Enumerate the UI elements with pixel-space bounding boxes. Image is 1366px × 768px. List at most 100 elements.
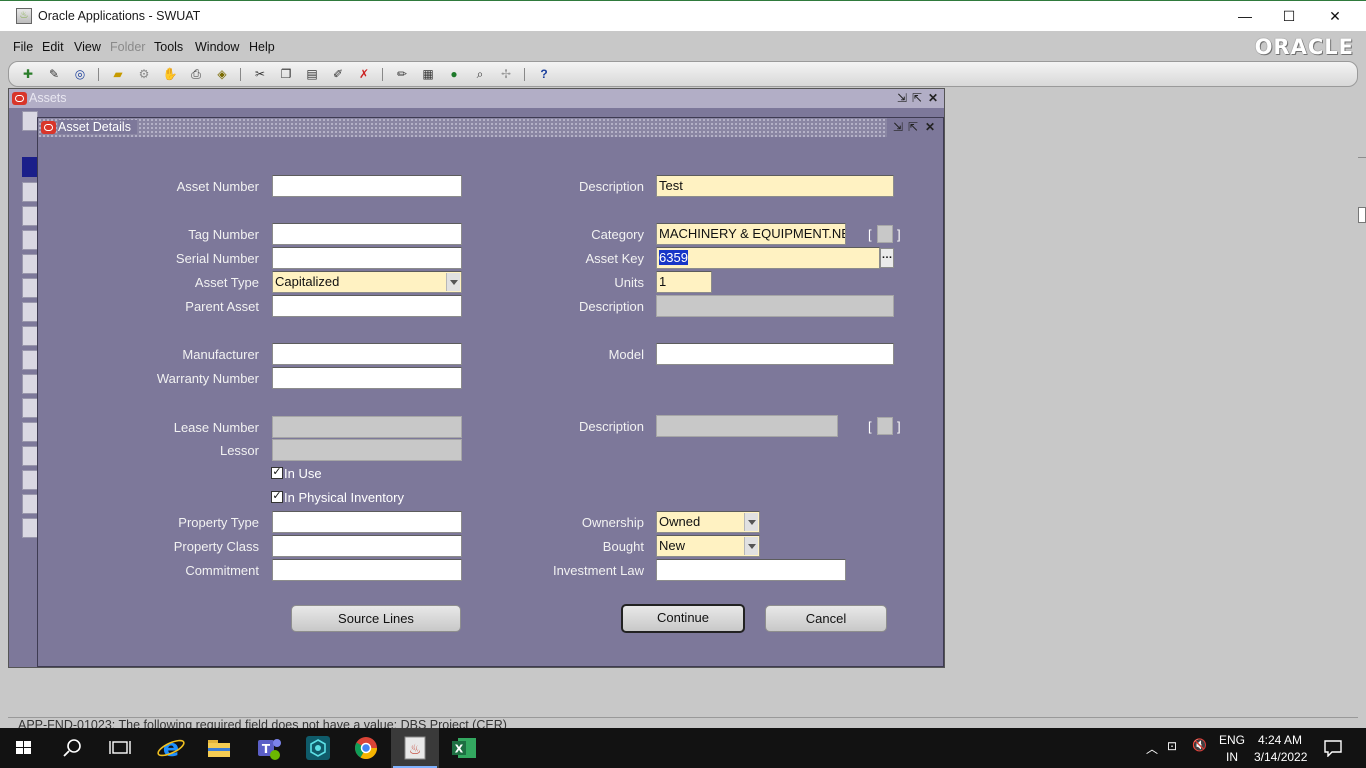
new-icon[interactable]: ✚ [19, 66, 37, 83]
help-icon[interactable]: ? [535, 66, 553, 83]
minimize-icon[interactable]: ⇲ [893, 120, 903, 134]
parent-asset-field[interactable] [272, 295, 462, 317]
menu-help[interactable]: Help [249, 40, 275, 54]
serial-number-field[interactable] [272, 247, 462, 269]
taskbar-chrome[interactable] [342, 728, 390, 768]
list-of-values-button[interactable]: … [880, 248, 894, 268]
manufacturer-field[interactable] [272, 343, 462, 365]
volume-muted-icon[interactable]: 🔇 [1192, 738, 1207, 752]
menu-file[interactable]: File [13, 40, 33, 54]
asset-number-field[interactable] [272, 175, 462, 197]
folder-icon[interactable] [22, 111, 38, 131]
record-indicator[interactable] [22, 302, 38, 322]
taskbar-java-oracle[interactable]: ♨ [391, 728, 439, 768]
network-icon[interactable]: ⊡ [1167, 739, 1177, 753]
category-descriptive-flexfield[interactable] [877, 225, 893, 243]
find-icon[interactable]: ✎ [45, 66, 63, 83]
print-icon[interactable]: ⎙ [187, 66, 205, 83]
folder-tools-icon[interactable]: ✢ [497, 66, 515, 83]
record-indicator[interactable] [22, 398, 38, 418]
maximize-icon[interactable]: ⇱ [912, 91, 922, 105]
investment-law-field[interactable] [656, 559, 846, 581]
description-field[interactable]: Test [656, 175, 894, 197]
tag-number-field[interactable] [272, 223, 462, 245]
task-view-button[interactable] [96, 728, 144, 768]
source-lines-button[interactable]: Source Lines [291, 605, 461, 632]
ownership-select[interactable]: Owned [656, 511, 760, 533]
units-field[interactable]: 1 [656, 271, 712, 293]
language-indicator[interactable]: ENG [1219, 733, 1245, 747]
record-indicator[interactable] [22, 470, 38, 490]
attachments-icon[interactable]: ⌕ [471, 66, 489, 83]
delete-record-icon[interactable]: ✗ [355, 66, 373, 83]
search-button[interactable] [48, 728, 96, 768]
switch-responsibility-icon[interactable]: ✋ [161, 66, 179, 83]
copy-icon[interactable]: ❐ [277, 66, 295, 83]
chevron-up-icon[interactable]: ︿ [1146, 740, 1158, 757]
minimize-button[interactable]: — [1222, 5, 1268, 29]
record-indicator[interactable] [22, 254, 38, 274]
category-field[interactable]: MACHINERY & EQUIPMENT.NE [656, 223, 846, 245]
navigator-icon[interactable]: ◎ [71, 66, 89, 83]
taskbar-app-teal[interactable] [294, 728, 342, 768]
lease-descriptive-flexfield[interactable] [877, 417, 893, 435]
warranty-number-field[interactable] [272, 367, 462, 389]
asset-type-select[interactable]: Capitalized [272, 271, 462, 293]
minimize-icon[interactable]: ⇲ [897, 91, 907, 105]
property-class-field[interactable] [272, 535, 462, 557]
clear-record-icon[interactable]: ✐ [329, 66, 347, 83]
record-indicator[interactable] [22, 374, 38, 394]
start-button[interactable] [0, 728, 48, 768]
cancel-button[interactable]: Cancel [765, 605, 887, 632]
chevron-down-icon[interactable] [744, 513, 758, 531]
bracket-close: ] [897, 419, 901, 434]
record-indicator[interactable] [22, 350, 38, 370]
taskbar-teams[interactable]: T [245, 728, 293, 768]
next-step-icon[interactable]: ⚙ [135, 66, 153, 83]
in-physical-inventory-checkbox[interactable]: ✓ [271, 491, 283, 503]
taskbar-file-explorer[interactable] [195, 728, 243, 768]
menu-view[interactable]: View [74, 40, 101, 54]
property-type-field[interactable] [272, 511, 462, 533]
close-form-icon[interactable]: ◈ [213, 66, 231, 83]
zoom-icon[interactable]: ▦ [419, 66, 437, 83]
menu-edit[interactable]: Edit [42, 40, 64, 54]
save-icon[interactable]: ▰ [109, 66, 127, 83]
record-indicator[interactable] [22, 326, 38, 346]
record-indicator[interactable] [22, 230, 38, 250]
record-indicator[interactable] [22, 182, 38, 202]
taskbar-internet-explorer[interactable]: e [147, 728, 195, 768]
maximize-icon[interactable]: ⇱ [908, 120, 918, 134]
bought-select[interactable]: New [656, 535, 760, 557]
close-window-button[interactable]: ✕ [1312, 5, 1358, 29]
close-icon[interactable]: ✕ [928, 91, 938, 105]
chevron-down-icon[interactable] [744, 537, 758, 555]
continue-button[interactable]: Continue [621, 604, 745, 633]
record-indicator[interactable] [22, 278, 38, 298]
region-indicator[interactable]: IN [1226, 750, 1238, 764]
model-field[interactable] [656, 343, 894, 365]
record-indicator[interactable] [22, 446, 38, 466]
close-icon[interactable]: ✕ [925, 120, 935, 134]
paste-icon[interactable]: ▤ [303, 66, 321, 83]
in-use-checkbox[interactable]: ✓ [271, 467, 283, 479]
menu-tools[interactable]: Tools [154, 40, 183, 54]
menu-window[interactable]: Window [195, 40, 239, 54]
clock-time[interactable]: 4:24 AM [1258, 733, 1302, 747]
chevron-down-icon[interactable] [446, 273, 460, 291]
record-indicator[interactable] [22, 518, 38, 538]
translations-icon[interactable]: ● [445, 66, 463, 83]
edit-field-icon[interactable]: ✏ [393, 66, 411, 83]
cut-icon[interactable]: ✂ [251, 66, 269, 83]
current-record-indicator[interactable] [22, 157, 38, 177]
taskbar-excel[interactable]: X [440, 728, 488, 768]
record-indicator[interactable] [22, 422, 38, 442]
maximize-button[interactable]: ☐ [1266, 5, 1312, 29]
record-indicator[interactable] [22, 494, 38, 514]
asset-key-field[interactable]: 6359 [656, 247, 880, 269]
notification-icon[interactable] [1323, 739, 1343, 757]
clock-date[interactable]: 3/14/2022 [1254, 750, 1307, 764]
record-indicator[interactable] [22, 206, 38, 226]
commitment-field[interactable] [272, 559, 462, 581]
asset-key-description-field [656, 295, 894, 317]
